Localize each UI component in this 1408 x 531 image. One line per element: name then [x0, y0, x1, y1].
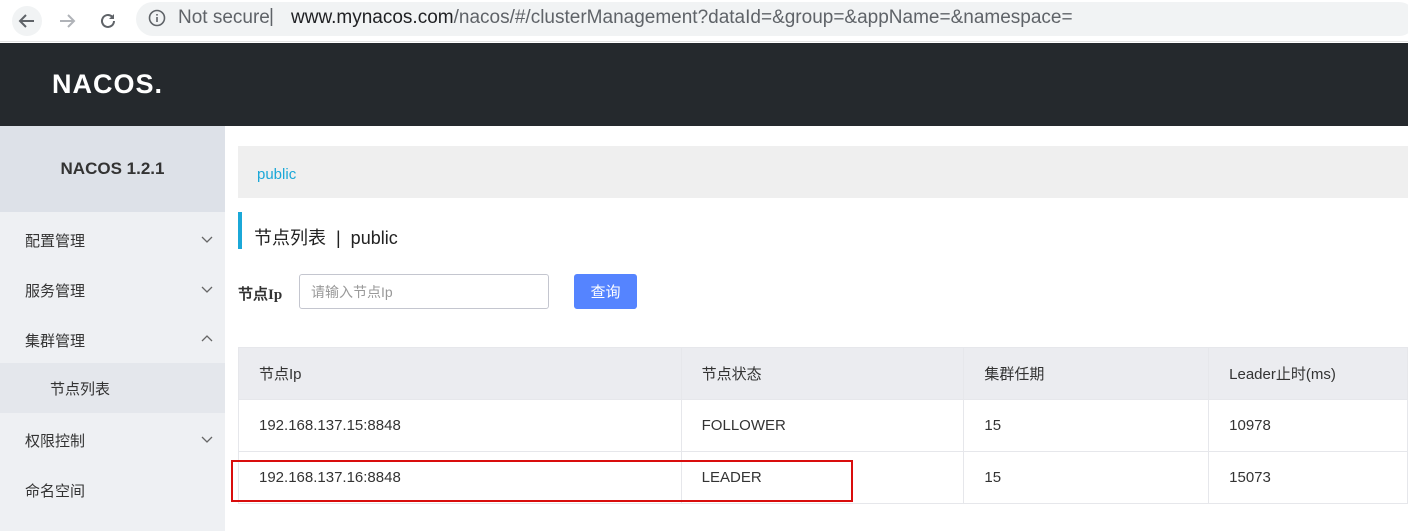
cell-cluster-term: 15 — [963, 399, 1210, 452]
title-accent-bar — [238, 212, 242, 249]
table-header-row: 节点Ip 节点状态 集群任期 Leader止时(ms) — [238, 347, 1408, 400]
arrow-left-icon — [18, 14, 34, 28]
chevron-down-icon — [201, 236, 213, 243]
info-icon[interactable] — [148, 9, 166, 27]
sidebar: NACOS 1.2.1 配置管理 服务管理 集群管理 节点列表 权限控制 命名空… — [0, 126, 225, 531]
sidebar-subitem-node-list[interactable]: 节点列表 — [0, 363, 225, 413]
sidebar-item-permission[interactable]: 权限控制 — [0, 415, 225, 465]
sidebar-item-label: 配置管理 — [25, 233, 86, 250]
security-label: Not secure — [178, 7, 270, 28]
sidebar-item-service[interactable]: 服务管理 — [0, 265, 225, 315]
column-header-node-ip: 节点Ip — [238, 347, 682, 400]
cell-node-state: FOLLOWER — [680, 399, 965, 452]
chevron-down-icon — [201, 286, 213, 293]
nacos-logo[interactable]: NACOS. — [52, 69, 172, 99]
forward-button[interactable] — [52, 6, 82, 36]
sidebar-item-label: 权限控制 — [25, 433, 86, 450]
reload-icon — [101, 13, 115, 28]
node-ip-label: 节点Ip — [238, 287, 283, 303]
logo-text: NACOS. — [52, 69, 163, 99]
leader-highlight-box — [231, 460, 853, 502]
url-text[interactable]: www.mynacos.com/nacos/#/clusterManagemen… — [291, 7, 1073, 29]
app-version: NACOS 1.2.1 — [0, 126, 225, 212]
url-path: /nacos/#/clusterManagement?dataId=&group… — [453, 7, 1073, 28]
cell-node-ip: 192.168.137.15:8848 — [238, 399, 682, 452]
cell-leader-due: 15073 — [1208, 451, 1408, 504]
sidebar-item-namespace[interactable]: 命名空间 — [0, 465, 225, 515]
namespace-link-public[interactable]: public — [257, 166, 296, 183]
reload-button[interactable] — [93, 6, 123, 36]
sidebar-item-label: 命名空间 — [25, 483, 86, 500]
column-header-node-state: 节点状态 — [680, 347, 965, 400]
column-header-leader-due: Leader止时(ms) — [1208, 347, 1408, 400]
sidebar-item-cluster[interactable]: 集群管理 — [0, 315, 225, 365]
browser-toolbar: Not secure | www.mynacos.com/nacos/#/clu… — [0, 0, 1408, 42]
url-host: www.mynacos.com — [291, 7, 454, 28]
arrow-right-icon — [60, 14, 76, 28]
sidebar-item-label: 服务管理 — [25, 283, 86, 300]
sidebar-item-config[interactable]: 配置管理 — [0, 215, 225, 265]
node-ip-input[interactable] — [299, 274, 549, 309]
app-header: NACOS. — [0, 43, 1408, 126]
table-row: 192.168.137.15:8848 FOLLOWER 15 10978 — [238, 399, 1408, 452]
url-separator: | — [269, 6, 274, 27]
back-button[interactable] — [12, 6, 42, 36]
cell-leader-due: 10978 — [1208, 399, 1408, 452]
query-button[interactable]: 查询 — [574, 274, 637, 309]
page-title: 节点列表 | public — [254, 228, 398, 248]
column-header-cluster-term: 集群任期 — [963, 347, 1210, 400]
chevron-down-icon — [201, 436, 213, 443]
sidebar-item-label: 集群管理 — [25, 333, 86, 350]
namespace-bar: public — [238, 146, 1408, 198]
chevron-up-icon — [201, 335, 213, 342]
cell-cluster-term: 15 — [963, 451, 1210, 504]
sidebar-subitem-label: 节点列表 — [50, 381, 111, 398]
